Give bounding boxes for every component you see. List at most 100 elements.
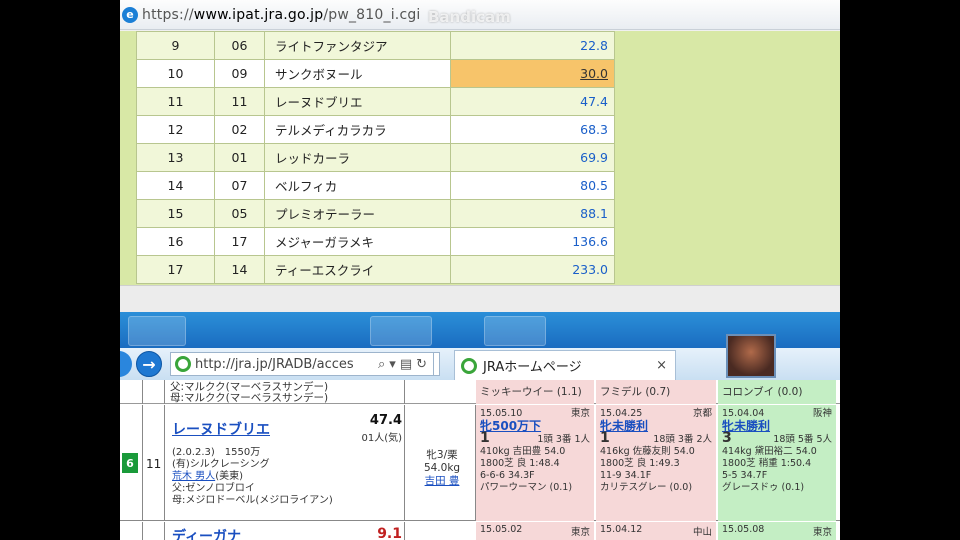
odds-table: 9 06 ライトファンタジア 22.8 10 09 サンクボヌール 30.0 11 11 レーヌドブ…: [136, 31, 615, 284]
race-date: 15.05.08: [722, 524, 765, 535]
prev-horse-race-2: フミデル (0.7): [596, 380, 716, 404]
horse-number-cell: 05: [214, 199, 265, 228]
odds-rank-cell: 13: [136, 143, 215, 172]
table-row: 15 05 プレミオテーラー 88.1: [136, 199, 615, 228]
taskbar-button[interactable]: [370, 316, 432, 346]
horse-row: 6 11 レーヌドブリエ 47.4 01人(気) (2.0.2.3) 1550万…: [120, 405, 840, 521]
tab-jra-home[interactable]: JRAホームページ ×: [454, 350, 676, 380]
next-horse-odds: 9.1: [377, 526, 402, 540]
odds-value-cell[interactable]: 233.0: [450, 255, 615, 284]
horse-number-cell: 01: [214, 143, 265, 172]
odds-page-content: 9 06 ライトファンタジア 22.8 10 09 サンクボヌール 30.0 11 11 レーヌドブ…: [120, 31, 840, 285]
horse-number-cell: 06: [214, 31, 265, 60]
carried-weight: 54.0kg: [423, 462, 461, 474]
url-scheme: https://: [142, 6, 194, 23]
table-row: 14 07 ベルフィカ 80.5: [136, 171, 615, 200]
horse-detail-table: 父:マルクク(マーベラスサンデー) 母:マルクク(マーベラスサンデー) ミッキー…: [120, 380, 840, 540]
table-row: 9 06 ライトファンタジア 22.8: [136, 31, 615, 60]
taskbar-button[interactable]: [484, 316, 546, 346]
finish-place: 1: [600, 430, 610, 446]
horse-name-link[interactable]: レーヌドブリエ: [172, 419, 270, 439]
taskbar-button[interactable]: [128, 316, 186, 346]
prev-horse-race-3: コロンブイ (0.0): [718, 380, 836, 404]
forward-button[interactable]: →: [136, 351, 162, 377]
next-horse-name[interactable]: ディーガナ: [172, 526, 241, 540]
horse-name-cell: サンクボヌール: [264, 59, 451, 88]
race-weight-jockey: 410kg 吉田豊 54.0: [480, 446, 566, 457]
odds-value-cell[interactable]: 69.9: [450, 143, 615, 172]
compat-icon[interactable]: ▤: [400, 357, 412, 372]
odds-rank-cell: 12: [136, 115, 215, 144]
race-weight-jockey: 414kg 黛田裕二 54.0: [722, 446, 817, 457]
arrow-right-icon: →: [142, 354, 156, 374]
race-name-link[interactable]: 牝500万下: [480, 420, 590, 432]
race-field: 18頭 5番 5人: [773, 434, 832, 445]
back-button[interactable]: [120, 351, 132, 377]
race-venue: 阪神: [812, 408, 832, 419]
close-icon[interactable]: ×: [656, 358, 667, 373]
table-row: 16 17 メジャーガラメキ 136.6: [136, 227, 615, 256]
horse-name-cell: ティーエスクライ: [264, 255, 451, 284]
horse-name-cell: プレミオテーラー: [264, 199, 451, 228]
race-field: 18頭 3番 2人: [653, 434, 712, 445]
next-prev-race-1: 15.05.02 東京: [476, 522, 594, 540]
trainer-link[interactable]: 荒木 男人: [172, 471, 215, 482]
race-name-link[interactable]: 牝未勝利: [600, 420, 712, 432]
trainer-region: (美東): [215, 471, 243, 482]
race-field: 1頭 3番 1人: [537, 434, 590, 445]
chevron-down-icon[interactable]: ▾: [389, 357, 396, 372]
horse-name-cell: ベルフィカ: [264, 171, 451, 200]
previous-race-cell: 15.04.25 京都 牝未勝利 1 18頭 3番 2人 416kg 佐藤友則 54.0 1…: [596, 405, 716, 521]
race-name-link[interactable]: 牝未勝利: [722, 420, 832, 432]
jockey-link[interactable]: 吉田 豊: [410, 475, 474, 488]
horse-number: 11: [146, 457, 162, 471]
horse-name-cell: テルメディカラカラ: [264, 115, 451, 144]
odds-rank-cell: 16: [136, 227, 215, 256]
horse-name-cell: レッドカーラ: [264, 143, 451, 172]
race-venue: 中山: [692, 527, 712, 538]
race-course-time: 1800芝 良 1:48.4: [480, 458, 560, 469]
table-row: ディーガナ 9.1 15.05.02 東京 15.04.12 中山 15.05.…: [120, 522, 840, 540]
race-winner: パワーウーマン (0.1): [480, 482, 573, 493]
post-position-badge: 6: [122, 453, 138, 473]
race-venue: 東京: [570, 527, 590, 538]
divider: [404, 405, 405, 521]
url-path: /pw_810_i.cgi: [323, 6, 421, 23]
avatar: [726, 334, 776, 378]
table-row: 11 11 レーヌドブリエ 47.4: [136, 87, 615, 116]
upper-url-text[interactable]: https://www.ipat.jra.go.jp/pw_810_i.cgi: [142, 7, 421, 23]
race-venue: 東京: [570, 408, 590, 419]
lower-url-text[interactable]: http://jra.jp/JRADB/acces: [195, 357, 354, 372]
horse-sire: 父:ゼンノロブロイ: [172, 483, 255, 494]
tab-title: JRAホームページ: [483, 360, 582, 375]
refresh-icon[interactable]: ↻: [416, 357, 427, 372]
prev-horse-pedigree: 父:マルクク(マーベラスサンデー) 母:マルクク(マーベラスサンデー): [170, 382, 328, 404]
lower-browser-toolbar: → http://jra.jp/JRADB/acces ⌕ ▾ ▤ ↻ JRAホ…: [120, 334, 840, 380]
sex-age: 牝3/栗: [426, 449, 458, 461]
odds-value-cell[interactable]: 80.5: [450, 171, 615, 200]
jra-site-icon: [175, 356, 191, 372]
race-course-time: 1800芝 稍重 1:50.4: [722, 458, 812, 469]
divider: [164, 380, 165, 404]
odds-rank-cell: 17: [136, 255, 215, 284]
odds-value-cell[interactable]: 68.3: [450, 115, 615, 144]
race-course-time: 1800芝 良 1:49.3: [600, 458, 680, 469]
odds-value-cell[interactable]: 30.0: [450, 59, 615, 88]
race-passing: 11-9 34.1F: [600, 470, 652, 481]
previous-race-cell: 15.05.10 東京 牝500万下 1 1頭 3番 1人 410kg 吉田豊 54.0 1…: [476, 405, 594, 521]
horse-number-cell: 11: [214, 87, 265, 116]
address-tools: ⌕ ▾ ▤ ↻: [372, 352, 435, 376]
next-prev-race-2: 15.04.12 中山: [596, 522, 716, 540]
horse-number-cell: 17: [214, 227, 265, 256]
odds-value-cell[interactable]: 47.4: [450, 87, 615, 116]
race-passing: 5-5 34.7F: [722, 470, 768, 481]
odds-value-cell[interactable]: 22.8: [450, 31, 615, 60]
race-passing: 6-6-6 34.3F: [480, 470, 535, 481]
odds-value-cell[interactable]: 88.1: [450, 199, 615, 228]
finish-place: 3: [722, 430, 732, 446]
window-bottom-edge: [120, 285, 840, 312]
odds-value-cell[interactable]: 136.6: [450, 227, 615, 256]
screen-stage: e https://www.ipat.jra.go.jp/pw_810_i.cg…: [120, 0, 840, 540]
horse-number-cell: 07: [214, 171, 265, 200]
search-icon[interactable]: ⌕: [378, 357, 385, 372]
